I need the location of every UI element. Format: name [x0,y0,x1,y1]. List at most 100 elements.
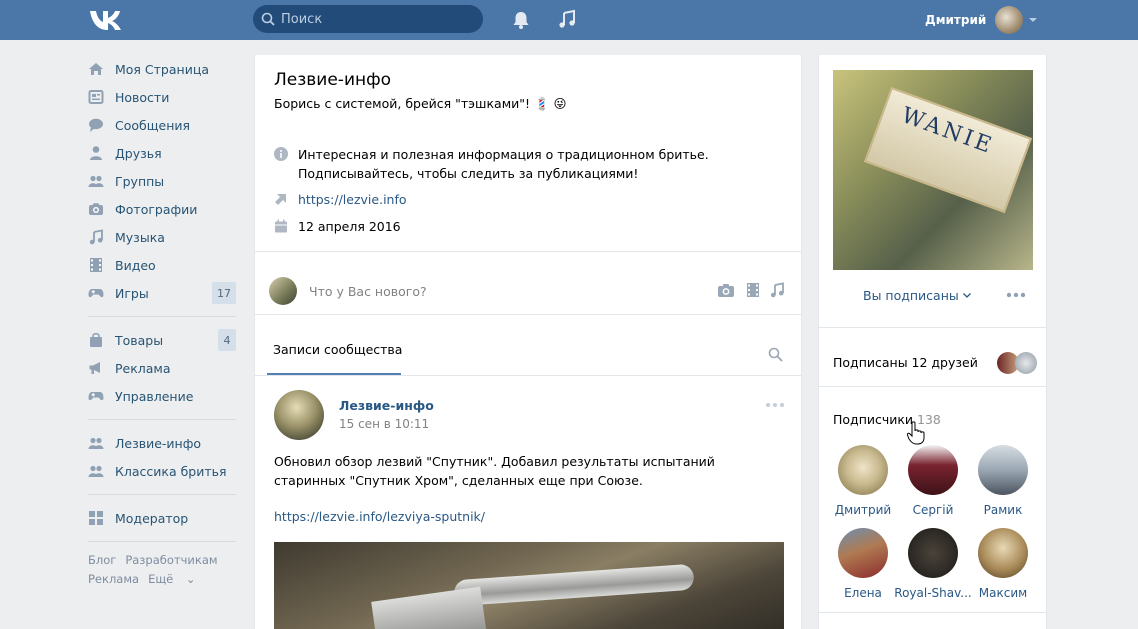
cover-logo-text: WANIE [898,102,998,160]
search-box [253,5,483,33]
avatar [908,445,958,495]
sidebar-item-photos[interactable]: Фотографии [86,195,238,223]
member-name: Рамик [983,503,1023,517]
member-card[interactable]: Сергій [894,445,972,517]
post-text: Обновил обзор лезвий "Спутник". Добавил … [274,454,715,488]
avatar [838,445,888,495]
sidebar-item-my-page[interactable]: Моя Страница [86,55,238,83]
info-line-1: Интересная и полезная информация о тради… [298,147,709,162]
sidebar-item-label: Лезвие-инфо [115,435,202,451]
sidebar-item-label: Фотографии [115,201,198,217]
sidebar-item-games[interactable]: Игры 17 [86,279,238,307]
link-arrow-icon [275,194,286,205]
footer-link-ads[interactable]: Реклама [88,572,139,586]
sidebar-item-label: Группы [115,173,165,189]
community-cover-photo[interactable]: WANIE [833,70,1033,270]
megaphone-icon [89,362,100,374]
footer-links: Блог Разработчикам Реклама Ещё ⌄ [86,551,238,589]
group-icon [88,465,104,477]
friends-subscribed[interactable]: Подписаны 12 друзей [833,355,978,370]
sidebar-item-messages[interactable]: Сообщения [86,111,238,139]
more-dots-icon[interactable] [765,401,785,409]
sidebar-item-classic-shaving[interactable]: Классика бритья [86,457,238,485]
sidebar-item-friends[interactable]: Друзья [86,139,238,167]
film-icon[interactable] [744,282,762,298]
grid-icon [89,511,103,525]
sidebar-item-label: Моя Страница [115,61,209,77]
music-note-icon[interactable] [556,9,578,31]
gamepad-icon [88,392,104,401]
post-link[interactable]: https://lezvie.info/lezviya-sputnik/ [274,509,485,524]
sidebar: Моя Страница Новости Сообщения Друзья Гр… [86,55,238,589]
sidebar-divider [88,541,236,542]
member-card[interactable]: Максим [964,528,1042,600]
divider [255,375,801,376]
info-description: Интересная и полезная информация о тради… [274,145,709,183]
shopping-bag-icon [90,332,102,347]
info-website: https://lezvie.info [274,190,407,209]
blade-shape: WANIE [863,86,1033,214]
new-post-input[interactable] [309,280,689,302]
sidebar-item-label: Новости [115,89,170,105]
games-count-badge: 17 [212,282,236,304]
search-icon [261,12,275,26]
search-icon[interactable] [768,347,783,362]
film-icon [90,258,102,272]
member-card[interactable]: Дмитрий [824,445,902,517]
composer-avatar [269,277,297,305]
footer-link-blog[interactable]: Блог [88,553,116,567]
group-icon [88,437,104,449]
avatar [995,6,1024,34]
sidebar-item-ads[interactable]: Реклама [86,354,238,382]
divider [819,327,1046,328]
sidebar-item-moderator[interactable]: Модератор [86,504,238,532]
sidebar-item-label: Музыка [115,229,165,245]
avatar[interactable] [1015,352,1037,374]
sidebar-item-lezvie-info[interactable]: Лезвие-инфо [86,429,238,457]
footer-link-more[interactable]: Ещё ⌄ [148,572,204,586]
sidebar-item-label: Классика бритья [115,463,227,479]
user-menu[interactable]: Дмитрий [925,5,1038,35]
member-card[interactable]: Рамик [964,445,1042,517]
member-card[interactable]: Елена [824,528,902,600]
bell-icon[interactable] [510,9,532,31]
vk-logo-icon[interactable] [88,7,122,31]
sidebar-item-label: Друзья [115,145,162,161]
calendar-icon [275,219,287,233]
sidebar-item-goods[interactable]: Товары 4 [86,326,238,354]
member-card[interactable]: Royal-Shav... [894,528,972,600]
sidebar-item-label: Игры [115,285,149,301]
main-column: Лезвие-инфо Борись с системой, брейся "т… [254,55,802,629]
info-icon [274,147,288,161]
more-dots-icon[interactable] [1006,292,1026,298]
sidebar-item-music[interactable]: Музыка [86,223,238,251]
website-link[interactable]: https://lezvie.info [298,190,407,209]
home-icon [89,63,103,75]
post-timestamp[interactable]: 15 сен в 10:11 [339,417,429,431]
footer-more-label: Ещё [148,572,174,586]
razor-head-shape [371,586,487,629]
sidebar-item-groups[interactable]: Группы [86,167,238,195]
subscribed-dropdown[interactable]: Вы подписаны [863,288,971,303]
footer-link-dev[interactable]: Разработчикам [125,553,217,567]
post-author-avatar[interactable] [274,390,324,440]
community-status: Борись с системой, брейся "тэшками"! 💈 😜 [274,96,567,111]
member-name: Royal-Shav... [894,586,972,600]
post-image[interactable] [274,542,784,629]
divider [255,314,801,315]
subscribed-label: Вы подписаны [863,288,959,303]
goods-count-badge: 4 [218,329,236,351]
music-note-icon[interactable] [768,282,786,298]
tab-community-posts[interactable]: Записи сообщества [273,342,402,357]
sidebar-item-video[interactable]: Видео [86,251,238,279]
top-bar: Дмитрий [0,0,1138,40]
sidebar-item-news[interactable]: Новости [86,83,238,111]
avatar [908,528,958,578]
avatar [838,528,888,578]
sidebar-item-label: Модератор [115,510,189,526]
sidebar-item-manage[interactable]: Управление [86,382,238,410]
camera-icon[interactable] [717,282,735,298]
sidebar-item-label: Сообщения [115,117,191,133]
search-input[interactable] [281,5,477,33]
post-author[interactable]: Лезвие-инфо [339,398,434,413]
